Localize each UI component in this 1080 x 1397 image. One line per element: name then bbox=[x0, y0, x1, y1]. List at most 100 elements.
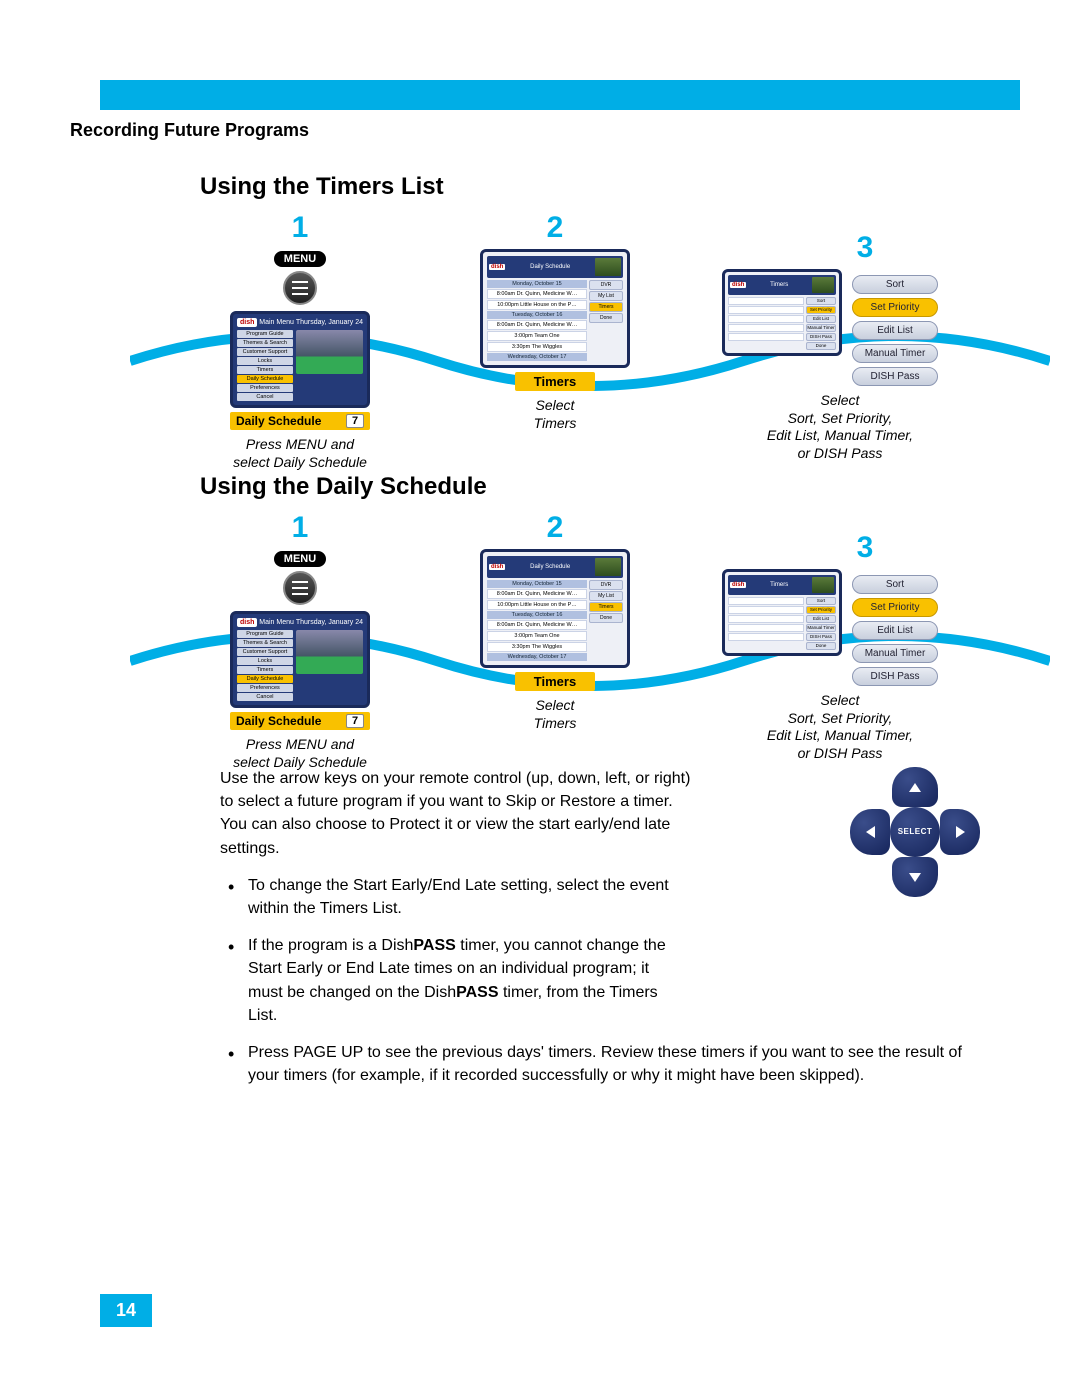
step2-caption: SelectTimers bbox=[460, 697, 650, 732]
menu-item: Customer Support bbox=[237, 648, 293, 656]
timer-row bbox=[728, 624, 804, 632]
mini-btn: Manual Timer bbox=[806, 624, 836, 632]
option-stack: Sort Set Priority Edit List Manual Timer… bbox=[852, 275, 938, 386]
menu-item: Themes & Search bbox=[237, 639, 293, 647]
menu-item: Customer Support bbox=[237, 348, 293, 356]
heading-daily-schedule: Using the Daily Schedule bbox=[200, 473, 1010, 501]
mini-btn: Sort bbox=[806, 297, 836, 305]
daily-schedule-screen: dish Daily Schedule Monday, October 15 8… bbox=[480, 549, 630, 668]
option-stack: Sort Set Priority Edit List Manual Timer… bbox=[852, 575, 938, 686]
option-manual-timer: Manual Timer bbox=[852, 344, 938, 363]
side-btn: My List bbox=[589, 591, 623, 601]
option-manual-timer: Manual Timer bbox=[852, 644, 938, 663]
ds-label: Daily Schedule bbox=[236, 714, 321, 728]
menu-item: Cancel bbox=[237, 393, 293, 401]
menu-icon bbox=[283, 571, 317, 605]
dpad-up-icon bbox=[892, 767, 938, 807]
menu-item: Cancel bbox=[237, 693, 293, 701]
dpad-left-icon bbox=[850, 809, 890, 855]
timers-screen: dish Timers Sort Set Priority Edit List … bbox=[722, 569, 842, 656]
menu-item: Preferences bbox=[237, 384, 293, 392]
dish-logo: dish bbox=[237, 318, 257, 327]
menu-item: Locks bbox=[237, 357, 293, 365]
menu-item: Timers bbox=[237, 666, 293, 674]
menu-badge: MENU bbox=[274, 551, 326, 567]
ds-label: Daily Schedule bbox=[236, 414, 321, 428]
step3-caption: Select Sort, Set Priority, Edit List, Ma… bbox=[710, 692, 970, 762]
timers-screen: dish Timers Sort Set Priority Edit List … bbox=[722, 269, 842, 356]
preview-image bbox=[296, 630, 363, 674]
dish-logo: dish bbox=[730, 582, 746, 588]
main-menu-screen: dishMain MenuThursday, January 24 Progra… bbox=[230, 611, 370, 708]
side-btn-highlight: Timers bbox=[589, 602, 623, 612]
menu-item: Preferences bbox=[237, 684, 293, 692]
mini-btn: Edit List bbox=[806, 615, 836, 623]
date-separator: Monday, October 15 bbox=[487, 280, 587, 288]
step1-caption: Press MENU andselect Daily Schedule bbox=[200, 436, 400, 471]
timer-row bbox=[728, 315, 804, 323]
dish-logo: dish bbox=[489, 264, 505, 270]
step3-caption: Select Sort, Set Priority, Edit List, Ma… bbox=[710, 392, 970, 462]
step2-caption: SelectTimers bbox=[460, 397, 650, 432]
remote-dpad: SELECT bbox=[850, 767, 980, 897]
daily-schedule-callout: Daily Schedule 7 bbox=[230, 712, 370, 730]
side-btn: DVR bbox=[589, 580, 623, 590]
menu-date: Thursday, January 24 bbox=[296, 619, 363, 626]
daily-schedule-callout: Daily Schedule 7 bbox=[230, 412, 370, 430]
schedule-row: 3:30pm The Wiggles bbox=[487, 642, 587, 652]
schedule-row: 8:00am Dr. Quinn, Medicine W… bbox=[487, 589, 587, 599]
step-number: 3 bbox=[760, 531, 970, 565]
schedule-row: 3:00pm Team One bbox=[487, 631, 587, 641]
dish-logo: dish bbox=[489, 564, 505, 570]
side-btn: Done bbox=[589, 613, 623, 623]
menu-item-highlight: Daily Schedule bbox=[237, 375, 293, 383]
step-2: 2 dish Daily Schedule Monday, October 15… bbox=[460, 511, 650, 732]
timer-row bbox=[728, 597, 804, 605]
mini-btn-highlight: Set Priority bbox=[806, 606, 836, 614]
dish-logo: dish bbox=[730, 282, 746, 288]
preview-thumb bbox=[595, 258, 621, 276]
mini-btn: Edit List bbox=[806, 315, 836, 323]
timer-row bbox=[728, 615, 804, 623]
step1-caption: Press MENU andselect Daily Schedule bbox=[200, 736, 400, 771]
menu-item: Locks bbox=[237, 657, 293, 665]
step-1: 1 MENU dishMain MenuThursday, January 24… bbox=[200, 211, 400, 471]
step-2: 2 dish Daily Schedule Monday, October 15… bbox=[460, 211, 650, 432]
timers-title: Timers bbox=[770, 282, 788, 288]
mini-btn: DISH Pass bbox=[806, 333, 836, 341]
option-dish-pass: DISH Pass bbox=[852, 367, 938, 386]
schedule-row: 3:00pm Team One bbox=[487, 331, 587, 341]
preview-thumb bbox=[595, 558, 621, 576]
side-btn: My List bbox=[589, 291, 623, 301]
step-number: 1 bbox=[200, 211, 400, 245]
option-sort: Sort bbox=[852, 575, 938, 594]
flow-daily: 1 MENU dishMain MenuThursday, January 24… bbox=[130, 511, 1070, 741]
dpad-down-icon bbox=[892, 857, 938, 897]
timer-row bbox=[728, 297, 804, 305]
menu-item: Program Guide bbox=[237, 330, 293, 338]
flow-timers: 1 MENU dishMain MenuThursday, January 24… bbox=[130, 211, 1070, 441]
mini-btn-highlight: Set Priority bbox=[806, 306, 836, 314]
menu-date: Thursday, January 24 bbox=[296, 319, 363, 326]
daily-schedule-title: Daily Schedule bbox=[530, 264, 570, 270]
page-number: 14 bbox=[100, 1294, 152, 1327]
daily-schedule-title: Daily Schedule bbox=[530, 564, 570, 570]
date-separator: Wednesday, October 17 bbox=[487, 353, 587, 361]
section-title: Recording Future Programs bbox=[70, 120, 1010, 141]
schedule-row: 8:00am Dr. Quinn, Medicine W… bbox=[487, 620, 587, 630]
timer-row bbox=[728, 324, 804, 332]
main-menu-title: Main Menu bbox=[259, 319, 294, 326]
schedule-row: 3:30pm The Wiggles bbox=[487, 342, 587, 352]
bullet-dishpass: If the program is a DishPASS timer, you … bbox=[220, 934, 670, 1027]
ds-number: 7 bbox=[346, 414, 364, 428]
step-3: 3 dish Timers Sort Set Priority bbox=[690, 231, 970, 462]
dpad-select-button: SELECT bbox=[890, 807, 940, 857]
step-3: 3 dish Timers Sort Set Priority bbox=[690, 531, 970, 762]
intro-paragraph: Use the arrow keys on your remote contro… bbox=[220, 767, 700, 860]
schedule-row: 8:00am Dr. Quinn, Medicine W… bbox=[487, 320, 587, 330]
option-set-priority: Set Priority bbox=[852, 298, 938, 317]
mini-btn: Manual Timer bbox=[806, 324, 836, 332]
option-set-priority: Set Priority bbox=[852, 598, 938, 617]
option-edit-list: Edit List bbox=[852, 621, 938, 640]
menu-item-highlight: Daily Schedule bbox=[237, 675, 293, 683]
